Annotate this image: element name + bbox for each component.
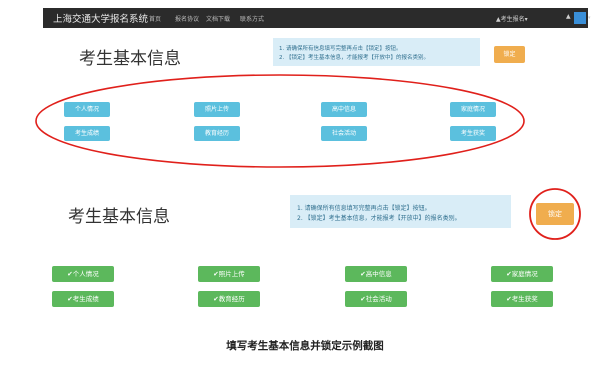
personal-info-done-button[interactable]: ✔个人情况 (52, 266, 114, 282)
family-info-button[interactable]: 家庭情况 (450, 102, 496, 117)
chevron-down-icon: ▾ (588, 15, 591, 21)
figure-caption: 填写考生基本信息并锁定示例截图 (226, 340, 384, 352)
personal-info-button[interactable]: 个人情况 (64, 102, 110, 117)
high-school-info-button[interactable]: 高中信息 (321, 102, 367, 117)
annotation-ellipse (35, 74, 525, 168)
user-registration-menu[interactable]: ▲考生报名▾ (496, 14, 528, 23)
notice-line-2: 2. 【锁定】考生基本信息，才能报考【开放中】的报名类别。 (297, 215, 461, 222)
nav-agreement[interactable]: 报名协议 (175, 14, 199, 23)
notice-box-locked: 1. 请确保所有信息填写完整再点击【锁定】按钮。 2. 【锁定】考生基本信息，才… (290, 195, 511, 228)
nav-home[interactable]: 首页 (149, 14, 161, 23)
top-navbar: 上海交通大学报名系统 首页 报名协议 文档下载 联系方式 ▲考生报名▾ ▲ ▾ (43, 8, 591, 28)
scores-button[interactable]: 考生成绩 (64, 126, 110, 141)
lock-button[interactable]: 锁定 (494, 46, 525, 63)
social-activities-button[interactable]: 社会活动 (321, 126, 367, 141)
page-title-locked: 考生基本信息 (68, 207, 170, 227)
photo-upload-done-button[interactable]: ✔照片上传 (198, 266, 260, 282)
nav-downloads[interactable]: 文档下载 (206, 14, 230, 23)
person-icon: ▲ (566, 13, 571, 20)
social-activities-done-button[interactable]: ✔社会活动 (345, 291, 407, 307)
nav-contact[interactable]: 联系方式 (240, 14, 264, 23)
photo-upload-button[interactable]: 照片上传 (194, 102, 240, 117)
scores-done-button[interactable]: ✔考生成绩 (52, 291, 114, 307)
education-history-button[interactable]: 教育经历 (194, 126, 240, 141)
family-info-done-button[interactable]: ✔家庭情况 (491, 266, 553, 282)
avatar[interactable] (574, 12, 586, 24)
page-title: 考生基本信息 (79, 49, 181, 69)
notice-line-2: 2. 【锁定】考生基本信息，才能报考【开放中】的报名类别。 (279, 55, 429, 61)
awards-button[interactable]: 考生获奖 (450, 126, 496, 141)
education-history-done-button[interactable]: ✔教育经历 (198, 291, 260, 307)
site-brand[interactable]: 上海交通大学报名系统 (53, 11, 148, 25)
high-school-info-done-button[interactable]: ✔高中信息 (345, 266, 407, 282)
notice-line-1: 1. 请确保所有信息填写完整再点击【锁定】按钮。 (297, 205, 431, 212)
lock-button-locked[interactable]: 锁定 (536, 203, 574, 225)
awards-done-button[interactable]: ✔考生获奖 (491, 291, 553, 307)
notice-box: 1. 请确保所有信息填写完整再点击【锁定】按钮。 2. 【锁定】考生基本信息，才… (273, 38, 480, 66)
notice-line-1: 1. 请确保所有信息填写完整再点击【锁定】按钮。 (279, 46, 402, 52)
